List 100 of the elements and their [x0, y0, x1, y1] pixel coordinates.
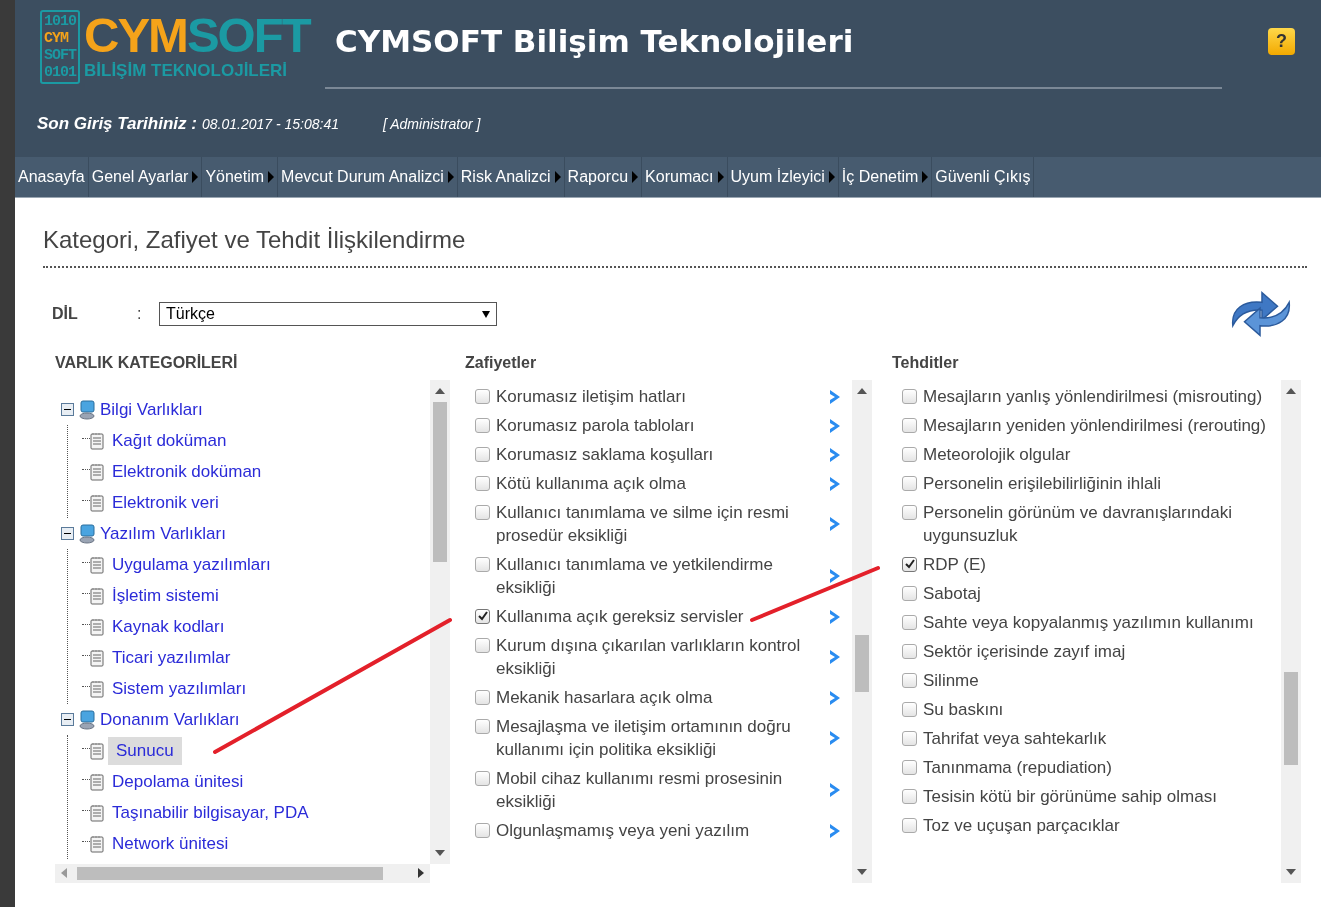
checkbox[interactable] — [475, 505, 490, 520]
logo-mark: 1010 CYM SOFT 0101 — [40, 10, 80, 84]
vulnerability-label: Mekanik hasarlara açık olma — [496, 687, 714, 709]
menu-item[interactable]: Anasayfa — [18, 168, 85, 186]
tree-item[interactable]: Kaynak kodları — [108, 614, 229, 639]
threat-label: Sabotaj — [923, 583, 982, 605]
checkbox[interactable] — [902, 673, 917, 688]
help-button[interactable]: ? — [1268, 28, 1295, 55]
checkbox[interactable] — [902, 789, 917, 804]
checkbox[interactable] — [475, 609, 490, 624]
checkbox[interactable] — [902, 702, 917, 717]
checkbox[interactable] — [902, 447, 917, 462]
vulnerability-label: Korumasız saklama koşulları — [496, 444, 715, 466]
menu-item[interactable]: Genel Ayarlar — [91, 168, 189, 186]
chevron-icon[interactable] — [828, 648, 842, 666]
vulnerability-label: Mesajlaşma ve iletişim ortamının doğru kullanımı için politika eksikliği — [496, 716, 792, 761]
checkbox[interactable] — [475, 823, 490, 838]
tree-item[interactable]: Donanım Varlıkları — [100, 709, 240, 730]
tree-item[interactable]: Taşınabilir bilgisayar, PDA — [108, 800, 313, 825]
chevron-icon[interactable] — [828, 729, 842, 747]
scrollbar[interactable] — [1281, 380, 1301, 883]
tree-item[interactable]: Sunucu — [108, 736, 182, 765]
document-icon — [90, 803, 104, 822]
checkbox[interactable] — [902, 731, 917, 746]
menu-item[interactable]: Uyum İzleyici — [730, 168, 825, 186]
scrollbar[interactable] — [430, 380, 450, 864]
language-select[interactable]: Türkçe — [159, 302, 497, 326]
checkbox[interactable] — [902, 586, 917, 601]
threat-label: Mesajların yeniden yönlendirilmesi (rerouting) — [923, 415, 1267, 437]
chevron-icon[interactable] — [828, 474, 842, 493]
checkbox[interactable] — [902, 557, 917, 572]
tree-item[interactable]: Network ünitesi — [108, 831, 233, 856]
checkbox[interactable] — [902, 505, 917, 520]
chevron-icon[interactable] — [828, 567, 842, 585]
tree-item[interactable]: Depolama ünitesi — [108, 769, 248, 794]
checkbox[interactable] — [475, 447, 490, 462]
label-separator: : — [137, 305, 143, 323]
menu-item[interactable]: Raporcu — [567, 168, 629, 186]
login-label: Son Giriş Tarihiniz : — [37, 114, 197, 134]
checkbox[interactable] — [902, 615, 917, 630]
threat-label: Meteorolojik olgular — [923, 444, 1072, 466]
vulnerability-label: Korumasız parola tabloları — [496, 415, 696, 437]
vulnerability-label: Kullanıma açık gereksiz servisler — [496, 606, 745, 628]
tree-item[interactable]: Bilgi Varlıkları — [100, 399, 203, 420]
chevron-icon[interactable] — [828, 416, 842, 435]
threat-label: Tahrifat veya sahtekarlık — [923, 728, 1108, 750]
document-icon — [90, 834, 104, 853]
tree-item[interactable]: Kağıt doküman — [108, 428, 231, 453]
menu-item[interactable]: Korumacı — [645, 168, 714, 186]
tree-item[interactable]: Yazılım Varlıkları — [100, 523, 226, 544]
menu-item[interactable]: Risk Analizci — [460, 168, 551, 186]
checkbox[interactable] — [902, 476, 917, 491]
checkbox[interactable] — [902, 644, 917, 659]
chevron-icon[interactable] — [828, 781, 842, 799]
tree-item[interactable]: Ticari yazılımlar — [108, 645, 235, 670]
checkbox[interactable] — [475, 638, 490, 653]
menu-item[interactable]: Güvenli Çıkış — [935, 168, 1031, 186]
column-heading: Zafiyetler — [465, 354, 538, 373]
checkbox[interactable] — [902, 418, 917, 433]
document-icon — [90, 493, 104, 512]
chevron-icon[interactable] — [828, 607, 842, 626]
menu-item[interactable]: Mevcut Durum Analizci — [281, 168, 444, 186]
chevron-icon[interactable] — [828, 688, 842, 707]
document-icon — [90, 772, 104, 791]
checkbox[interactable] — [475, 418, 490, 433]
tree-item[interactable]: Uygulama yazılımları — [108, 552, 275, 577]
checkbox[interactable] — [475, 690, 490, 705]
chevron-icon[interactable] — [828, 445, 842, 464]
menu-item[interactable]: İç Denetim — [841, 168, 919, 186]
checkbox[interactable] — [475, 719, 490, 734]
tree-item[interactable]: Elektronik doküman — [108, 459, 266, 484]
checkbox[interactable] — [475, 389, 490, 404]
tree-item[interactable]: İşletim sistemi — [108, 583, 223, 608]
checkbox[interactable] — [475, 476, 490, 491]
tree-item[interactable]: Elektronik veri — [108, 490, 223, 515]
threat-label: Sektör içerisinde zayıf imaj — [923, 641, 1127, 663]
tree-item[interactable]: Sistem yazılımları — [108, 676, 251, 701]
collapse-toggle-icon[interactable] — [61, 713, 74, 726]
threat-label: Tesisin kötü bir görünüme sahip olması — [923, 786, 1218, 808]
chevron-icon[interactable] — [828, 821, 842, 840]
checkbox[interactable] — [475, 771, 490, 786]
checkbox[interactable] — [902, 760, 917, 775]
caret-icon — [482, 311, 490, 318]
collapse-toggle-icon[interactable] — [61, 527, 74, 540]
computer-icon — [78, 399, 96, 420]
scrollbar[interactable] — [852, 380, 872, 883]
menu-item[interactable]: Yönetim — [205, 168, 265, 186]
threat-label: Silinme — [923, 670, 980, 692]
chevron-icon[interactable] — [828, 515, 842, 533]
user-role: [ Administrator ] — [382, 116, 481, 132]
collapse-toggle-icon[interactable] — [61, 403, 74, 416]
checkbox[interactable] — [902, 389, 917, 404]
checkbox[interactable] — [902, 818, 917, 833]
threat-label: Personelin görünüm ve davranışlarındaki uygunsuzluk — [923, 502, 1233, 547]
chevron-icon[interactable] — [828, 387, 842, 406]
checkbox[interactable] — [475, 557, 490, 572]
login-date: 08.01.2017 - 15:08:41 — [201, 116, 339, 132]
threat-label: Toz ve uçuşan parçacıklar — [923, 815, 1121, 837]
column-heading: Tehditler — [892, 354, 960, 373]
horizontal-scrollbar[interactable] — [55, 864, 430, 883]
